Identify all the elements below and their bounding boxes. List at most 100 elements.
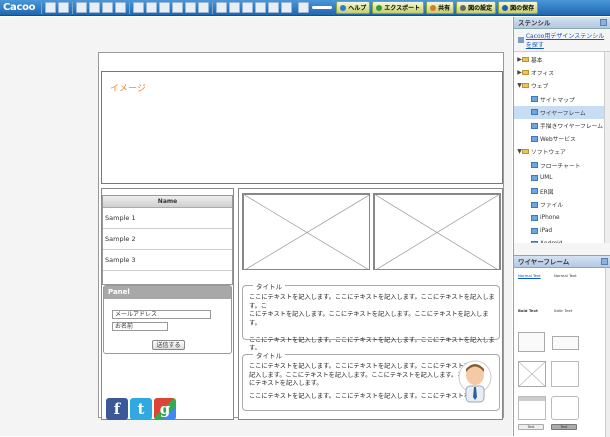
stencil-tree-label: ワイヤーフレーム	[540, 110, 586, 117]
shape-tool-icon[interactable]	[159, 2, 171, 13]
stencil-tree-label: ER図	[540, 189, 554, 196]
stencil-tree-item[interactable]: ▶ 基本	[514, 53, 610, 66]
cut-icon[interactable]	[76, 2, 88, 13]
stencil-icon	[531, 214, 538, 221]
save-icon	[502, 4, 509, 11]
folder-icon	[522, 149, 529, 155]
stencil-sidebar: ステンシル Cacoo用デザインステンシルを探す ▶ 基本 ▶ オフィス ▼ ウェブ サイト…	[513, 17, 610, 437]
stencil-tree-item[interactable]: iPhone	[514, 211, 610, 224]
pen-tool-icon[interactable]	[185, 2, 197, 13]
main-toolbar: Cacoo ヘルプ エクスポート 共有 図の設定 図の保存	[0, 0, 610, 16]
image-placeholder-1[interactable]	[242, 193, 370, 270]
google-icon[interactable]: g	[154, 398, 176, 420]
stencil-tree-item[interactable]: ▼ ウェブ	[514, 79, 610, 92]
panel-title: Panel	[104, 286, 231, 299]
table-header: Name	[103, 196, 232, 208]
export-button[interactable]: エクスポート	[372, 1, 425, 14]
stencil-tree-item[interactable]: ▶ オフィス	[514, 66, 610, 79]
name-field[interactable]: お名前	[112, 322, 168, 331]
stencil-tree-item[interactable]: UML	[514, 172, 610, 185]
preview-box-stencil[interactable]	[551, 361, 579, 387]
preview-bold-text[interactable]: Bold Text	[518, 308, 538, 313]
folder-icon	[522, 83, 529, 89]
toolbar-separator	[129, 1, 131, 14]
grid-icon[interactable]	[255, 2, 267, 13]
email-field[interactable]: メールアドレス	[112, 310, 211, 319]
align-icon[interactable]	[216, 2, 228, 13]
sample-table[interactable]: Name Sample 1 Sample 2 Sample 3	[102, 195, 233, 285]
stencil-icon	[531, 175, 538, 182]
export-icon	[376, 4, 383, 11]
stencil-tree-item[interactable]: ファイル	[514, 198, 610, 211]
preview-table-stencil[interactable]	[518, 332, 545, 352]
preview-button-dark-stencil[interactable]: Text	[551, 424, 577, 430]
stencil-icon	[531, 122, 538, 129]
table-row[interactable]: Sample 1	[103, 208, 232, 229]
preview-button-stencil[interactable]: Text	[518, 424, 544, 430]
delete-icon[interactable]	[115, 2, 127, 13]
copy-icon[interactable]	[89, 2, 101, 13]
stencil-tree-item[interactable]: ▼ ソフトウェア	[514, 145, 610, 158]
image-tool-icon[interactable]	[198, 2, 210, 13]
fill-icon[interactable]	[281, 2, 293, 13]
tree-scrollbar[interactable]	[604, 52, 610, 243]
app-logo[interactable]: Cacoo	[0, 2, 39, 13]
stencil-tree-label: ウェブ	[531, 84, 549, 91]
preview-italic-text[interactable]: Italic Text	[554, 308, 572, 313]
twitter-icon[interactable]: t	[130, 398, 152, 420]
stencil-tree-item[interactable]: Android	[514, 238, 610, 243]
line-tool-icon[interactable]	[146, 2, 158, 13]
toolbar-separator	[72, 1, 74, 14]
image-placeholder-2[interactable]	[373, 193, 501, 270]
group-icon[interactable]	[229, 2, 241, 13]
form-panel[interactable]: Panel メールアドレス お名前 送信する	[103, 285, 232, 354]
stencil-icon	[531, 241, 538, 243]
zoom-control[interactable]	[297, 2, 334, 13]
zoom-icon[interactable]	[298, 2, 310, 13]
preview-link-text[interactable]: Normal Text	[518, 273, 541, 278]
preview-window-stencil[interactable]	[518, 396, 546, 420]
stencil-icon	[531, 162, 538, 169]
stencil-tree-item[interactable]: フローチャート	[514, 159, 610, 172]
submit-button[interactable]: 送信する	[152, 340, 185, 350]
stencil-tree-item[interactable]: ER図	[514, 185, 610, 198]
order-icon[interactable]	[242, 2, 254, 13]
window-titlebar	[519, 397, 545, 401]
preview-panel-stencil[interactable]	[551, 396, 579, 420]
facebook-icon[interactable]: f	[106, 398, 128, 420]
stencil-tree-label: ソフトウェア	[531, 150, 566, 157]
preview-image-stencil[interactable]	[518, 361, 546, 387]
stencil-tree-item[interactable]: ワイヤーフレーム	[514, 105, 610, 119]
layer-icon[interactable]	[268, 2, 280, 13]
stencil-tree-label: UML	[540, 175, 553, 182]
preview-list-stencil[interactable]	[552, 336, 579, 350]
help-button[interactable]: ヘルプ	[336, 1, 371, 14]
settings-icon	[460, 4, 467, 11]
panel-toggle-icon[interactable]	[600, 19, 607, 26]
stencil-tree-item[interactable]: iPad	[514, 224, 610, 237]
table-tool-icon[interactable]	[172, 2, 184, 13]
text-section-1[interactable]: タイトル ここにテキストを記入します。ここにテキストを記入します。ここにテキスト…	[242, 281, 500, 352]
preview-normal-text[interactable]: Normal Text	[554, 273, 577, 278]
find-stencils-link[interactable]: Cacoo用デザインステンシルを探す	[514, 29, 610, 51]
table-row[interactable]: Sample 3	[103, 250, 232, 271]
stencil-tree: ▶ 基本 ▶ オフィス ▼ ウェブ サイトマップワイヤーフレーム手描きワイヤーフレーム Web…	[514, 51, 610, 243]
toolbar-separator	[212, 1, 214, 14]
save-button[interactable]: 図の保存	[498, 1, 539, 14]
settings-button[interactable]: 図の設定	[456, 1, 497, 14]
undo-icon[interactable]	[45, 2, 57, 13]
paste-icon[interactable]	[102, 2, 114, 13]
preview-scrollbar[interactable]	[605, 268, 610, 437]
table-row[interactable]: Sample 2	[103, 229, 232, 250]
stencil-tree-item[interactable]: 手描きワイヤーフレーム	[514, 119, 610, 132]
text-tool-icon[interactable]	[133, 2, 145, 13]
preview-header: ワイヤーフレーム	[514, 256, 610, 268]
zoom-slider[interactable]	[312, 6, 333, 9]
redo-icon[interactable]	[58, 2, 70, 13]
image-placeholder[interactable]: イメージ	[101, 71, 503, 184]
search-icon[interactable]	[601, 258, 608, 265]
stencil-tree-item[interactable]: サイトマップ	[514, 93, 610, 106]
share-button[interactable]: 共有	[426, 1, 455, 14]
stencil-tree-item[interactable]: Webサービス	[514, 132, 610, 145]
text-section-2[interactable]: タイトル ここにテキストを記入します。ここにテキストを記入します。ここにテキスト…	[242, 350, 500, 411]
